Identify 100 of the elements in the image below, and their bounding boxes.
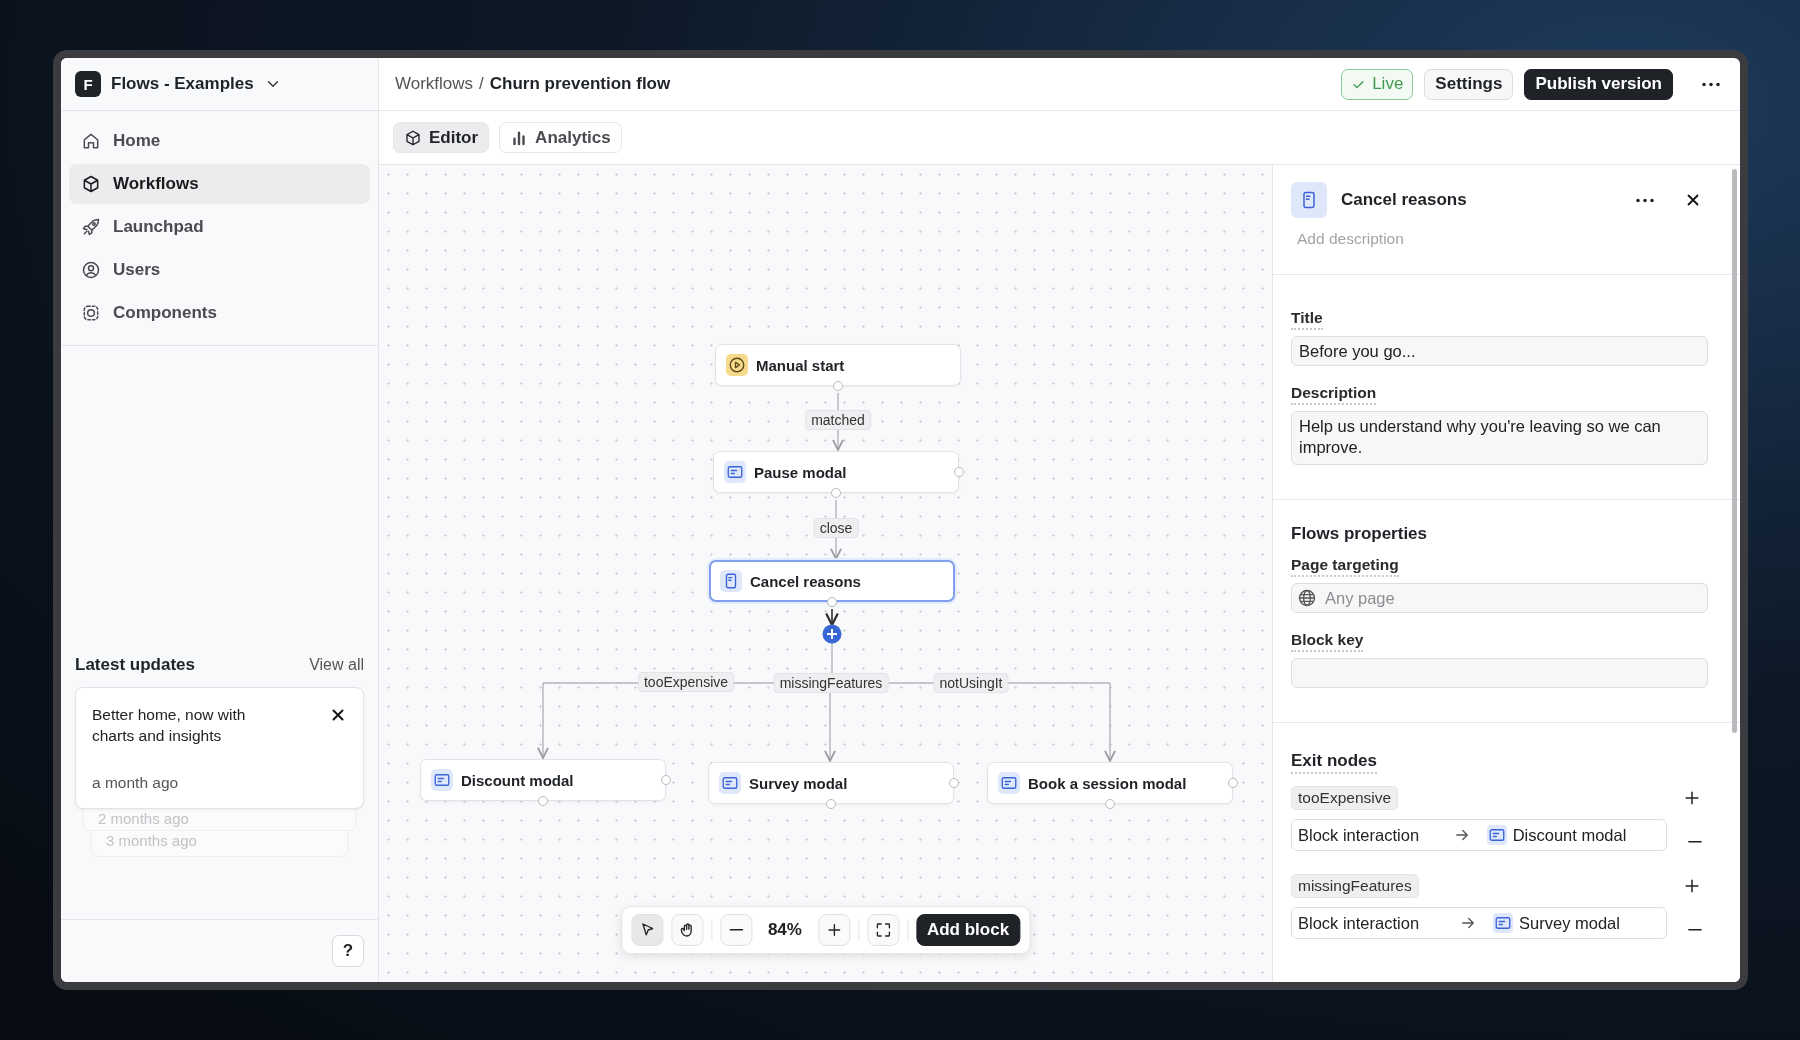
connector <box>825 608 839 627</box>
exit-mapping[interactable]: Block interaction Discount modal <box>1291 819 1667 851</box>
field-label: Block key <box>1291 631 1364 652</box>
tool-button[interactable] <box>670 914 703 946</box>
close-icon <box>329 706 347 724</box>
exit-key-tag: missingFeatures <box>1291 874 1419 898</box>
modal-icon <box>1487 826 1506 844</box>
section-title: Latest updates <box>75 655 195 675</box>
sidebar-item[interactable]: Components <box>69 293 370 333</box>
tab[interactable]: Analytics <box>499 122 622 153</box>
components-icon <box>81 303 101 323</box>
scrollbar[interactable] <box>1732 169 1737 733</box>
node-label: Manual start <box>756 356 845 374</box>
flow-node[interactable]: Book a session modal <box>987 762 1233 804</box>
connection-handle[interactable] <box>826 799 836 809</box>
flow-node[interactable]: Survey modal <box>708 762 954 804</box>
publish-button[interactable]: Publish version <box>1524 68 1673 100</box>
modal-icon <box>1000 774 1018 792</box>
exit-mapping[interactable]: Block interaction Survey modal <box>1291 907 1667 939</box>
zoom-out-button[interactable] <box>719 914 752 946</box>
connection-handle[interactable] <box>833 381 843 391</box>
connection-handle[interactable] <box>1228 778 1238 788</box>
breadcrumb-link[interactable]: Workflows <box>395 74 474 94</box>
modal-icon <box>1494 914 1513 932</box>
rocket-icon <box>81 217 101 237</box>
exit-target: Survey modal <box>1519 913 1620 933</box>
minus-icon <box>1688 840 1702 844</box>
fit-view-button[interactable] <box>866 914 899 946</box>
description-field[interactable]: Add description <box>1291 226 1708 252</box>
connection-handle[interactable] <box>661 775 671 785</box>
input-field[interactable]: Before you go... <box>1291 336 1708 366</box>
user-icon <box>81 260 101 280</box>
connection-handle[interactable] <box>954 467 964 477</box>
view-all-link[interactable]: View all <box>309 656 364 674</box>
node-label: Discount modal <box>461 771 574 789</box>
help-button[interactable]: ? <box>332 935 364 967</box>
exit-target: Discount modal <box>1512 825 1627 845</box>
modal-icon <box>726 463 744 481</box>
sidebar-item[interactable]: Launchpad <box>69 207 370 247</box>
add-block-button[interactable]: Add block <box>915 914 1021 946</box>
flow-node[interactable]: Pause modal <box>713 451 959 493</box>
update-time: a month ago <box>92 774 180 792</box>
flow-node[interactable]: Cancel reasons <box>709 560 955 602</box>
cube-icon <box>404 128 422 147</box>
minus-icon <box>1688 928 1702 932</box>
update-time: 3 months ago <box>106 832 197 849</box>
close-button[interactable] <box>329 706 347 724</box>
flow-node[interactable]: Manual start <box>715 344 961 386</box>
section-title: Flows properties <box>1291 524 1428 544</box>
status-badge: Live <box>1341 68 1414 100</box>
play-icon <box>728 356 746 374</box>
remove-button[interactable] <box>1688 840 1702 844</box>
exit-source: Block interaction <box>1298 825 1420 845</box>
breadcrumb-separator: / <box>479 74 484 94</box>
minus-icon <box>728 928 743 932</box>
add-step-button[interactable] <box>822 624 842 644</box>
edge-label: notUsingIt <box>933 673 1009 693</box>
field-label: Page targeting <box>1291 556 1399 577</box>
modal-icon <box>433 771 451 789</box>
edge-label: close <box>813 518 859 538</box>
input-field[interactable]: Any page <box>1291 583 1708 613</box>
field-label: Title <box>1291 309 1323 330</box>
more-icon[interactable] <box>1700 80 1722 88</box>
sidebar-item[interactable]: Users <box>69 250 370 290</box>
node-label: Book a session modal <box>1028 774 1187 792</box>
connection-handle[interactable] <box>831 488 841 498</box>
update-card[interactable]: Better home, now with charts and insights a month ago <box>75 687 364 809</box>
breadcrumb-current: Churn prevention flow <box>489 74 671 94</box>
exit-source: Block interaction <box>1298 913 1420 933</box>
edge-label: matched <box>805 410 871 430</box>
node-label: Survey modal <box>749 774 848 792</box>
tab[interactable]: Editor <box>393 122 490 153</box>
edge-label: missingFeatures <box>773 673 889 693</box>
settings-button[interactable]: Settings <box>1424 68 1514 100</box>
workspace-logo: F <box>75 71 101 97</box>
zoom-in-button[interactable] <box>817 914 850 946</box>
connection-handle[interactable] <box>949 778 959 788</box>
sidebar-item[interactable]: Home <box>69 121 370 161</box>
input-field[interactable] <box>1291 658 1708 688</box>
section-title: Exit nodes <box>1291 751 1377 774</box>
update-time: 2 months ago <box>98 810 189 827</box>
exit-key-tag: tooExpensive <box>1291 786 1399 810</box>
node-label: Pause modal <box>754 463 847 481</box>
workspace-name[interactable]: Flows - Examples <box>111 74 254 94</box>
update-text: Better home, now with charts and insights <box>92 705 247 746</box>
connection-handle[interactable] <box>1105 799 1115 809</box>
text-area[interactable]: Help us understand why you're leaving so we can improve. <box>1291 411 1708 465</box>
field-label: Description <box>1291 384 1377 405</box>
connection-handle[interactable] <box>827 597 837 607</box>
flow-node[interactable]: Discount modal <box>420 759 666 801</box>
edge-label: tooExpensive <box>637 672 735 692</box>
sidebar-item[interactable]: Workflows <box>69 164 370 204</box>
panel-title: Cancel reasons <box>1341 190 1468 210</box>
zoom-level: 84% <box>766 920 803 940</box>
home-icon <box>81 131 101 151</box>
remove-button[interactable] <box>1688 928 1702 932</box>
more-icon[interactable] <box>1634 196 1656 204</box>
cube-icon <box>81 174 101 194</box>
tool-button[interactable] <box>630 914 663 946</box>
connection-handle[interactable] <box>538 796 548 806</box>
